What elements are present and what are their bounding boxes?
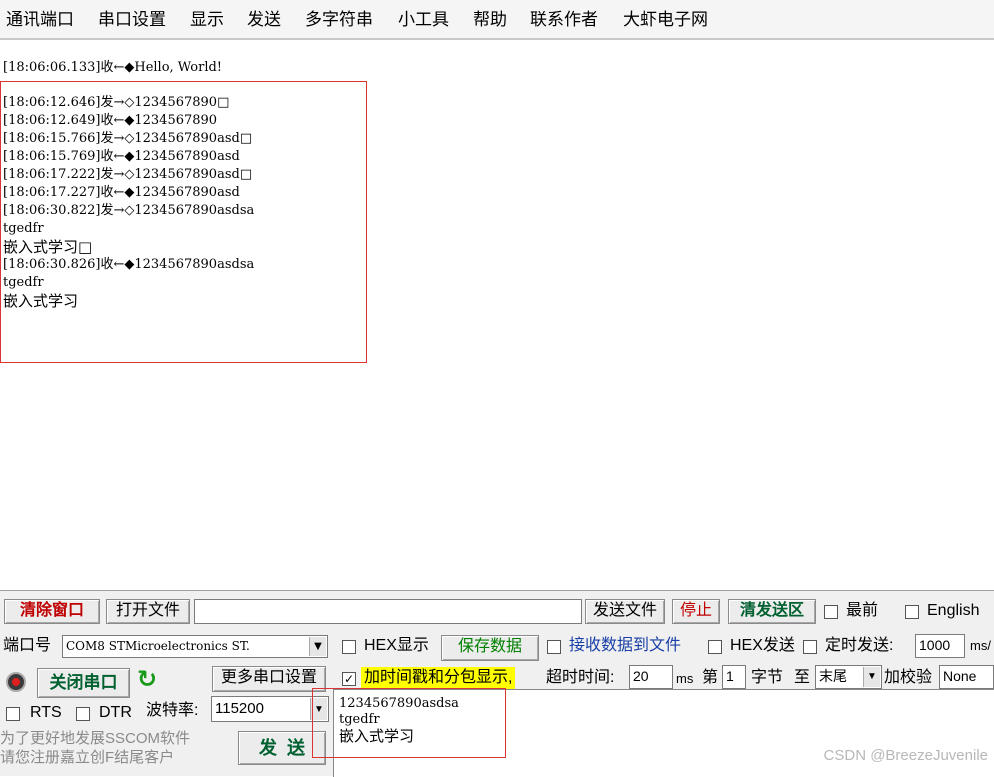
end-select[interactable]: 末尾 ▼: [815, 665, 882, 689]
menu-daxia-site[interactable]: 大虾电子网: [623, 9, 708, 31]
promo-line-1: 为了更好地发展SSCOM软件: [0, 730, 191, 747]
save-data-button[interactable]: 保存数据: [441, 635, 539, 661]
menu-help[interactable]: 帮助: [473, 9, 507, 31]
chevron-down-icon: ▼: [309, 637, 326, 656]
recv-to-file-label[interactable]: 接收数据到文件: [569, 635, 681, 657]
menu-send[interactable]: 发送: [247, 9, 281, 31]
port-status-icon: [6, 672, 26, 692]
hex-send-label: HEX发送: [730, 637, 795, 654]
timestamp-checkbox[interactable]: ✓: [342, 672, 356, 686]
menu-display[interactable]: 显示: [190, 9, 224, 31]
timeout-input[interactable]: 20: [629, 665, 673, 689]
open-file-button[interactable]: 打开文件: [106, 599, 190, 624]
dtr-label: DTR: [99, 704, 132, 721]
hex-send-checkbox[interactable]: [708, 640, 722, 654]
chevron-down-icon: ▼: [863, 667, 880, 687]
baud-label: 波特率:: [146, 702, 199, 719]
baud-value: 115200: [215, 700, 264, 717]
menu-multi-string[interactable]: 多字符串: [305, 9, 373, 31]
timed-send-checkbox[interactable]: [803, 640, 817, 654]
topmost-label: 最前: [846, 602, 879, 619]
promo-line-2: 请您注册嘉立创F结尾客户: [0, 749, 175, 766]
refresh-icon[interactable]: ↻: [137, 668, 157, 692]
port-label: 端口号: [3, 637, 52, 654]
highlight-box: [0, 81, 367, 363]
menu-serial-settings[interactable]: 串口设置: [98, 9, 166, 31]
watermark: CSDN @BreezeJuvenile: [823, 747, 988, 764]
timestamp-label: 加时间戳和分包显示,: [361, 667, 516, 689]
timeout-unit: ms: [676, 671, 694, 686]
english-checkbox[interactable]: [905, 605, 919, 619]
menu-contact-author[interactable]: 联系作者: [530, 9, 598, 31]
checksum-label: 加校验: [884, 669, 933, 686]
clear-window-button[interactable]: 清除窗口: [4, 599, 100, 624]
to-label: 至: [794, 669, 811, 686]
send-file-button[interactable]: 发送文件: [585, 599, 665, 624]
port-value: COM8 STMicroelectronics ST.: [66, 639, 250, 653]
stop-button[interactable]: 停止: [672, 599, 720, 624]
timer-input[interactable]: 1000: [915, 634, 965, 658]
log-line: [18:06:06.133]收←◆Hello, World!: [3, 60, 223, 75]
timed-send-label: 定时发送:: [825, 637, 894, 654]
menu-bar: 通讯端口 串口设置 显示 发送 多字符串 小工具 帮助 联系作者 大虾电子网: [0, 0, 994, 40]
more-settings-button[interactable]: 更多串口设置: [212, 666, 326, 692]
timeout-label: 超时时间:: [546, 669, 615, 686]
nth-label: 第: [702, 669, 719, 686]
close-port-button[interactable]: 关闭串口: [37, 668, 130, 698]
recv-to-file-checkbox[interactable]: [547, 640, 561, 654]
topmost-checkbox[interactable]: [824, 605, 838, 619]
timer-unit: ms/: [970, 638, 991, 653]
port-select[interactable]: COM8 STMicroelectronics ST. ▼: [62, 635, 328, 658]
highlight-box: [312, 688, 506, 758]
end-value: 末尾: [819, 668, 847, 684]
rts-checkbox[interactable]: [6, 707, 20, 721]
byte-label: 字节: [751, 669, 784, 686]
dtr-checkbox[interactable]: [76, 707, 90, 721]
clear-send-button[interactable]: 清发送区: [728, 599, 816, 624]
hex-display-label: HEX显示: [364, 637, 429, 654]
rts-label: RTS: [30, 704, 62, 721]
menu-tools[interactable]: 小工具: [398, 9, 449, 31]
checksum-select[interactable]: None: [939, 665, 994, 689]
menu-comm-port[interactable]: 通讯端口: [6, 9, 74, 31]
hex-display-checkbox[interactable]: [342, 640, 356, 654]
file-path-input[interactable]: [194, 599, 582, 624]
byte-index-input[interactable]: 1: [722, 665, 746, 689]
english-label: English: [927, 602, 980, 619]
